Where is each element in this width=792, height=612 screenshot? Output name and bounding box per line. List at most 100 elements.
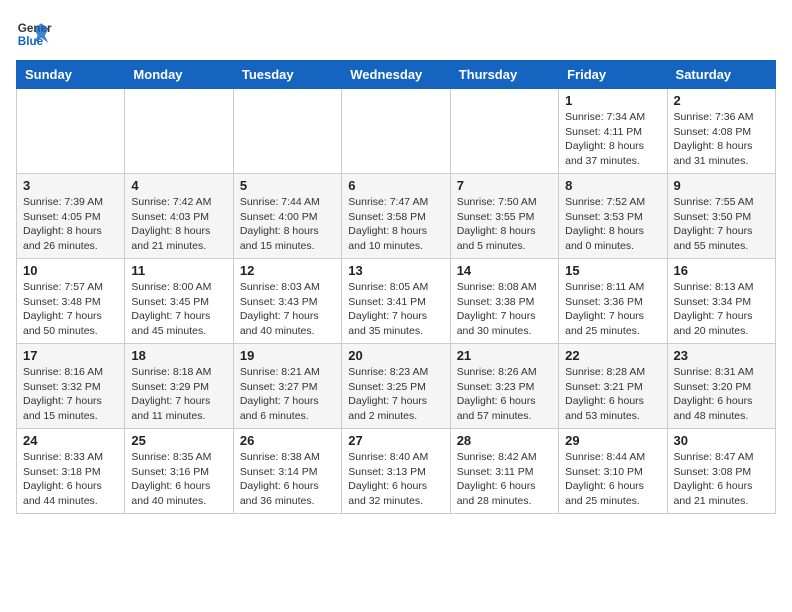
day-info: Sunrise: 8:16 AM Sunset: 3:32 PM Dayligh…: [23, 365, 118, 424]
day-info: Sunrise: 8:35 AM Sunset: 3:16 PM Dayligh…: [131, 450, 226, 509]
day-number: 27: [348, 433, 443, 448]
day-number: 25: [131, 433, 226, 448]
day-info: Sunrise: 8:21 AM Sunset: 3:27 PM Dayligh…: [240, 365, 335, 424]
day-info: Sunrise: 8:13 AM Sunset: 3:34 PM Dayligh…: [674, 280, 769, 339]
calendar-cell: 16 Sunrise: 8:13 AM Sunset: 3:34 PM Dayli…: [667, 259, 775, 344]
calendar-cell: 30 Sunrise: 8:47 AM Sunset: 3:08 PM Dayli…: [667, 429, 775, 514]
day-info: Sunrise: 7:42 AM Sunset: 4:03 PM Dayligh…: [131, 195, 226, 254]
weekday-header-wednesday: Wednesday: [342, 61, 450, 89]
day-info: Sunrise: 8:23 AM Sunset: 3:25 PM Dayligh…: [348, 365, 443, 424]
calendar-cell: 20 Sunrise: 8:23 AM Sunset: 3:25 PM Dayli…: [342, 344, 450, 429]
day-number: 20: [348, 348, 443, 363]
weekday-header-tuesday: Tuesday: [233, 61, 341, 89]
day-info: Sunrise: 7:57 AM Sunset: 3:48 PM Dayligh…: [23, 280, 118, 339]
day-info: Sunrise: 8:18 AM Sunset: 3:29 PM Dayligh…: [131, 365, 226, 424]
day-info: Sunrise: 8:11 AM Sunset: 3:36 PM Dayligh…: [565, 280, 660, 339]
calendar-cell: 4 Sunrise: 7:42 AM Sunset: 4:03 PM Daylig…: [125, 174, 233, 259]
calendar-cell: 17Sunrise: 8:16 AM Sunset: 3:32 PM Dayli…: [17, 344, 125, 429]
calendar-cell: 5 Sunrise: 7:44 AM Sunset: 4:00 PM Daylig…: [233, 174, 341, 259]
calendar-cell: [342, 89, 450, 174]
weekday-header-monday: Monday: [125, 61, 233, 89]
weekday-header-friday: Friday: [559, 61, 667, 89]
day-number: 9: [674, 178, 769, 193]
calendar-cell: 9 Sunrise: 7:55 AM Sunset: 3:50 PM Daylig…: [667, 174, 775, 259]
day-info: Sunrise: 8:26 AM Sunset: 3:23 PM Dayligh…: [457, 365, 552, 424]
weekday-header-sunday: Sunday: [17, 61, 125, 89]
day-number: 2: [674, 93, 769, 108]
calendar-cell: 13 Sunrise: 8:05 AM Sunset: 3:41 PM Dayli…: [342, 259, 450, 344]
day-info: Sunrise: 7:47 AM Sunset: 3:58 PM Dayligh…: [348, 195, 443, 254]
day-number: 24: [23, 433, 118, 448]
day-info: Sunrise: 8:03 AM Sunset: 3:43 PM Dayligh…: [240, 280, 335, 339]
day-info: Sunrise: 8:28 AM Sunset: 3:21 PM Dayligh…: [565, 365, 660, 424]
calendar-cell: 10 Sunrise: 7:57 AM Sunset: 3:48 PM Dayli…: [17, 259, 125, 344]
calendar-cell: 7 Sunrise: 7:50 AM Sunset: 3:55 PM Daylig…: [450, 174, 558, 259]
day-number: 6: [348, 178, 443, 193]
calendar-cell: 14 Sunrise: 8:08 AM Sunset: 3:38 PM Dayli…: [450, 259, 558, 344]
day-info: Sunrise: 7:39 AM Sunset: 4:05 PM Dayligh…: [23, 195, 118, 254]
day-info: Sunrise: 8:00 AM Sunset: 3:45 PM Dayligh…: [131, 280, 226, 339]
day-info: Sunrise: 8:05 AM Sunset: 3:41 PM Dayligh…: [348, 280, 443, 339]
day-number: 30: [674, 433, 769, 448]
weekday-header-thursday: Thursday: [450, 61, 558, 89]
calendar-cell: 23Sunrise: 8:31 AM Sunset: 3:20 PM Dayli…: [667, 344, 775, 429]
calendar-cell: 21 Sunrise: 8:26 AM Sunset: 3:23 PM Dayli…: [450, 344, 558, 429]
day-info: Sunrise: 8:33 AM Sunset: 3:18 PM Dayligh…: [23, 450, 118, 509]
calendar-cell: 6 Sunrise: 7:47 AM Sunset: 3:58 PM Daylig…: [342, 174, 450, 259]
day-info: Sunrise: 8:47 AM Sunset: 3:08 PM Dayligh…: [674, 450, 769, 509]
calendar-cell: [450, 89, 558, 174]
calendar-cell: 22 Sunrise: 8:28 AM Sunset: 3:21 PM Dayli…: [559, 344, 667, 429]
day-number: 4: [131, 178, 226, 193]
calendar-cell: 11 Sunrise: 8:00 AM Sunset: 3:45 PM Dayli…: [125, 259, 233, 344]
day-info: Sunrise: 8:08 AM Sunset: 3:38 PM Dayligh…: [457, 280, 552, 339]
calendar-cell: [233, 89, 341, 174]
logo: General Blue: [16, 16, 52, 52]
calendar-cell: 2 Sunrise: 7:36 AM Sunset: 4:08 PM Daylig…: [667, 89, 775, 174]
day-info: Sunrise: 8:44 AM Sunset: 3:10 PM Dayligh…: [565, 450, 660, 509]
day-number: 5: [240, 178, 335, 193]
day-info: Sunrise: 8:42 AM Sunset: 3:11 PM Dayligh…: [457, 450, 552, 509]
day-info: Sunrise: 8:40 AM Sunset: 3:13 PM Dayligh…: [348, 450, 443, 509]
calendar-cell: 15 Sunrise: 8:11 AM Sunset: 3:36 PM Dayli…: [559, 259, 667, 344]
weekday-header-row: SundayMondayTuesdayWednesdayThursdayFrid…: [17, 61, 776, 89]
day-info: Sunrise: 8:31 AM Sunset: 3:20 PM Dayligh…: [674, 365, 769, 424]
day-number: 1: [565, 93, 660, 108]
day-number: 16: [674, 263, 769, 278]
day-info: Sunrise: 7:55 AM Sunset: 3:50 PM Dayligh…: [674, 195, 769, 254]
day-number: 10: [23, 263, 118, 278]
day-number: 26: [240, 433, 335, 448]
header: General Blue: [16, 16, 776, 52]
day-number: 13: [348, 263, 443, 278]
day-info: Sunrise: 7:34 AM Sunset: 4:11 PM Dayligh…: [565, 110, 660, 169]
calendar-cell: [125, 89, 233, 174]
calendar-week-1: 1 Sunrise: 7:34 AM Sunset: 4:11 PM Daylig…: [17, 89, 776, 174]
calendar-cell: 3Sunrise: 7:39 AM Sunset: 4:05 PM Daylig…: [17, 174, 125, 259]
calendar-week-3: 10 Sunrise: 7:57 AM Sunset: 3:48 PM Dayli…: [17, 259, 776, 344]
weekday-header-saturday: Saturday: [667, 61, 775, 89]
day-number: 15: [565, 263, 660, 278]
calendar-week-2: 3Sunrise: 7:39 AM Sunset: 4:05 PM Daylig…: [17, 174, 776, 259]
day-number: 8: [565, 178, 660, 193]
day-info: Sunrise: 8:38 AM Sunset: 3:14 PM Dayligh…: [240, 450, 335, 509]
day-number: 29: [565, 433, 660, 448]
day-number: 18: [131, 348, 226, 363]
calendar-cell: 12 Sunrise: 8:03 AM Sunset: 3:43 PM Dayli…: [233, 259, 341, 344]
day-info: Sunrise: 7:36 AM Sunset: 4:08 PM Dayligh…: [674, 110, 769, 169]
day-number: 11: [131, 263, 226, 278]
day-number: 19: [240, 348, 335, 363]
day-number: 12: [240, 263, 335, 278]
calendar-cell: 24 Sunrise: 8:33 AM Sunset: 3:18 PM Dayli…: [17, 429, 125, 514]
calendar-cell: 29 Sunrise: 8:44 AM Sunset: 3:10 PM Dayli…: [559, 429, 667, 514]
logo-icon: General Blue: [16, 16, 52, 52]
calendar-cell: 25 Sunrise: 8:35 AM Sunset: 3:16 PM Dayli…: [125, 429, 233, 514]
day-number: 22: [565, 348, 660, 363]
day-number: 14: [457, 263, 552, 278]
calendar-week-5: 24 Sunrise: 8:33 AM Sunset: 3:18 PM Dayli…: [17, 429, 776, 514]
day-number: 7: [457, 178, 552, 193]
calendar-week-4: 17Sunrise: 8:16 AM Sunset: 3:32 PM Dayli…: [17, 344, 776, 429]
day-number: 21: [457, 348, 552, 363]
calendar-cell: 19 Sunrise: 8:21 AM Sunset: 3:27 PM Dayli…: [233, 344, 341, 429]
day-info: Sunrise: 7:50 AM Sunset: 3:55 PM Dayligh…: [457, 195, 552, 254]
calendar-cell: 27 Sunrise: 8:40 AM Sunset: 3:13 PM Dayli…: [342, 429, 450, 514]
day-info: Sunrise: 7:44 AM Sunset: 4:00 PM Dayligh…: [240, 195, 335, 254]
